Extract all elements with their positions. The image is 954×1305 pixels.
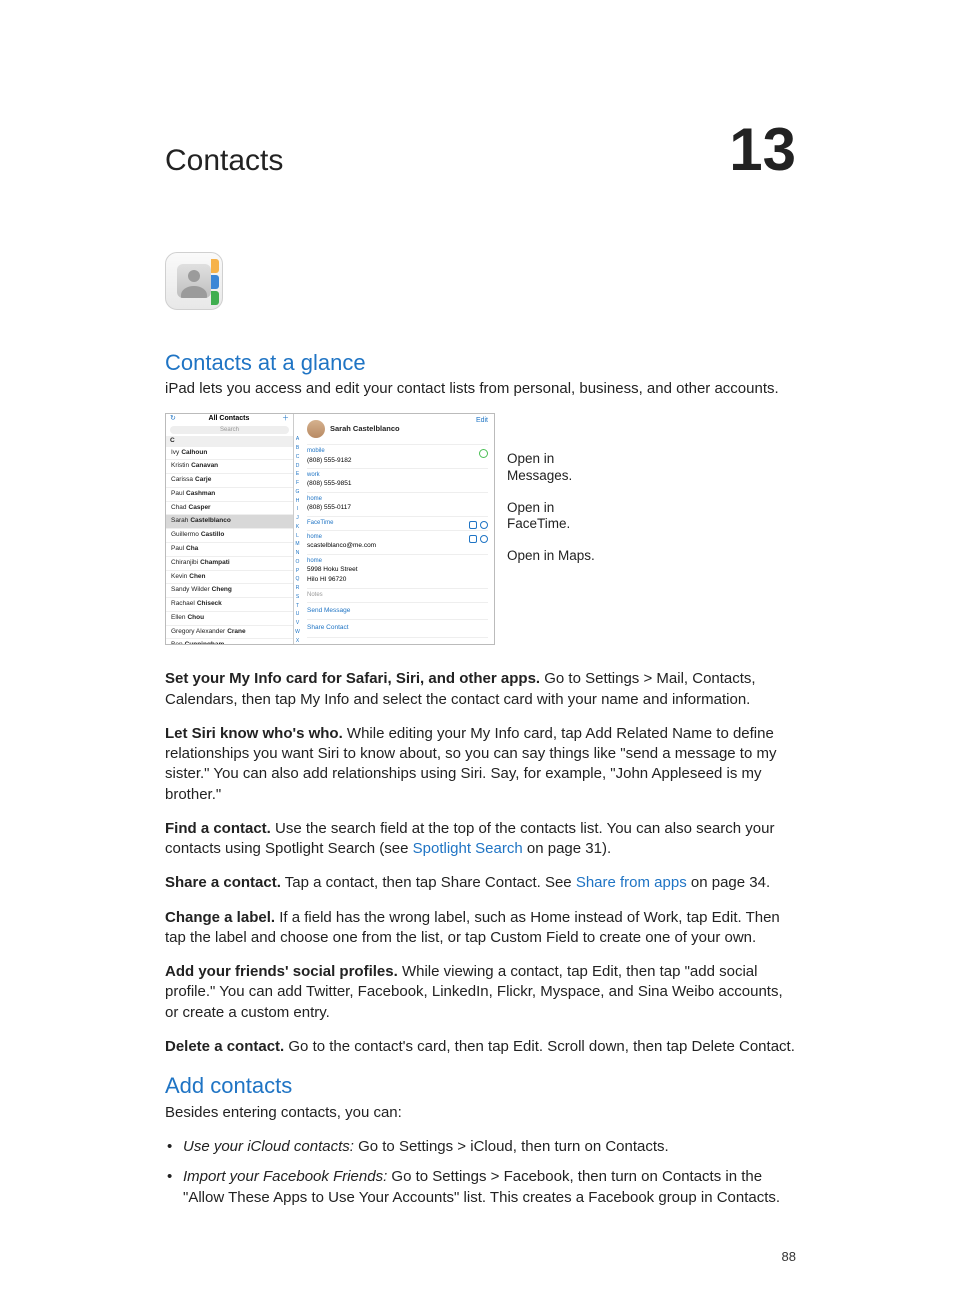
callout-maps: Open in Maps. [507,548,595,564]
contact-action-link: Send Message [307,603,488,621]
contact-action-link: Share Contact [307,620,488,638]
contact-row: Sarah Castelblanco [166,515,293,529]
callout-messages-1: Open in [507,451,595,467]
list-item: Import your Facebook Friends: Go to Sett… [167,1167,796,1208]
contact-row: Gregory Alexander Crane [166,626,293,640]
contact-row: Ivy Calhoun [166,447,293,461]
refresh-icon: ↻ [170,414,176,423]
callout-facetime-2: FaceTime. [507,516,595,532]
para-myinfo: Set your My Info card for Safari, Siri, … [165,669,796,710]
chapter-number: 13 [729,120,796,180]
contact-field: mobile(808) 555-9182 [307,445,488,469]
contact-field: Notes [307,589,488,603]
contact-row: Guillermo Castillo [166,529,293,543]
messages-icon [479,449,488,458]
facetime-audio-icon [480,521,488,529]
facetime-video-icon [469,521,477,529]
list-title: All Contacts [209,414,250,423]
contact-row: Chiranjibi Champati [166,557,293,571]
callout-facetime-1: Open in [507,500,595,516]
contact-field: homescastelblanco@me.com [307,531,488,555]
search-input: Search [170,426,289,434]
add-contacts-list: Use your iCloud contacts: Go to Settings… [167,1137,796,1208]
figure-contacts-ui: ↻ All Contacts ＋ Search C Ivy CalhounKri… [165,413,796,645]
contact-row: Rachael Chiseck [166,598,293,612]
para-delete: Delete a contact. Go to the contact's ca… [165,1037,796,1057]
para-social: Add your friends' social profiles. While… [165,962,796,1023]
para-find: Find a contact. Use the search field at … [165,819,796,860]
edit-button: Edit [476,416,488,425]
callout-messages-2: Messages. [507,468,595,484]
contact-field: home5998 Hoku StreetHilo HI 96720 [307,555,488,589]
para-share: Share a contact. Tap a contact, then tap… [165,873,796,893]
section-heading-add: Add contacts [165,1071,796,1101]
contact-name: Sarah Castelblanco [330,424,400,434]
facetime-video-icon [469,535,477,543]
facetime-audio-icon [480,535,488,543]
link-spotlight-search[interactable]: Spotlight Search [413,840,523,857]
list-item: Use your iCloud contacts: Go to Settings… [167,1137,796,1157]
contact-row: Chad Casper [166,502,293,516]
contact-row: Kristin Canavan [166,460,293,474]
contact-avatar [307,420,325,438]
para-siri: Let Siri know who's who. While editing y… [165,724,796,805]
contact-field: home(808) 555-0117 [307,493,488,517]
contact-row: Sandy Wilder Cheng [166,584,293,598]
section-heading-glance: Contacts at a glance [165,348,796,378]
contact-row: Ellen Chou [166,612,293,626]
alpha-index: ABCDEFGHIJKLMNOPQRSTUVWXYZ# [294,414,301,644]
contact-field: FaceTime [307,517,488,531]
para-label: Change a label. If a field has the wrong… [165,908,796,949]
contact-row: Paul Cha [166,543,293,557]
contacts-app-icon [165,252,796,310]
contact-row: Kevin Chen [166,571,293,585]
section2-lead: Besides entering contacts, you can: [165,1103,796,1123]
section-index-letter: C [166,436,293,447]
section-lead: iPad lets you access and edit your conta… [165,379,796,399]
mock-ipad-contacts: ↻ All Contacts ＋ Search C Ivy CalhounKri… [165,413,495,645]
contact-row: Ben Cunningham [166,639,293,645]
chapter-header: Contacts 13 [165,120,796,182]
contact-field: work(808) 555-9851 [307,469,488,493]
plus-icon: ＋ [282,414,289,423]
contact-row: Carissa Carje [166,474,293,488]
link-share-from-apps[interactable]: Share from apps [576,874,687,891]
figure-callouts: Open in Messages. Open in FaceTime. Open… [507,413,595,580]
page-number: 88 [165,1248,796,1266]
chapter-title: Contacts [165,141,283,182]
contact-row: Paul Cashman [166,488,293,502]
